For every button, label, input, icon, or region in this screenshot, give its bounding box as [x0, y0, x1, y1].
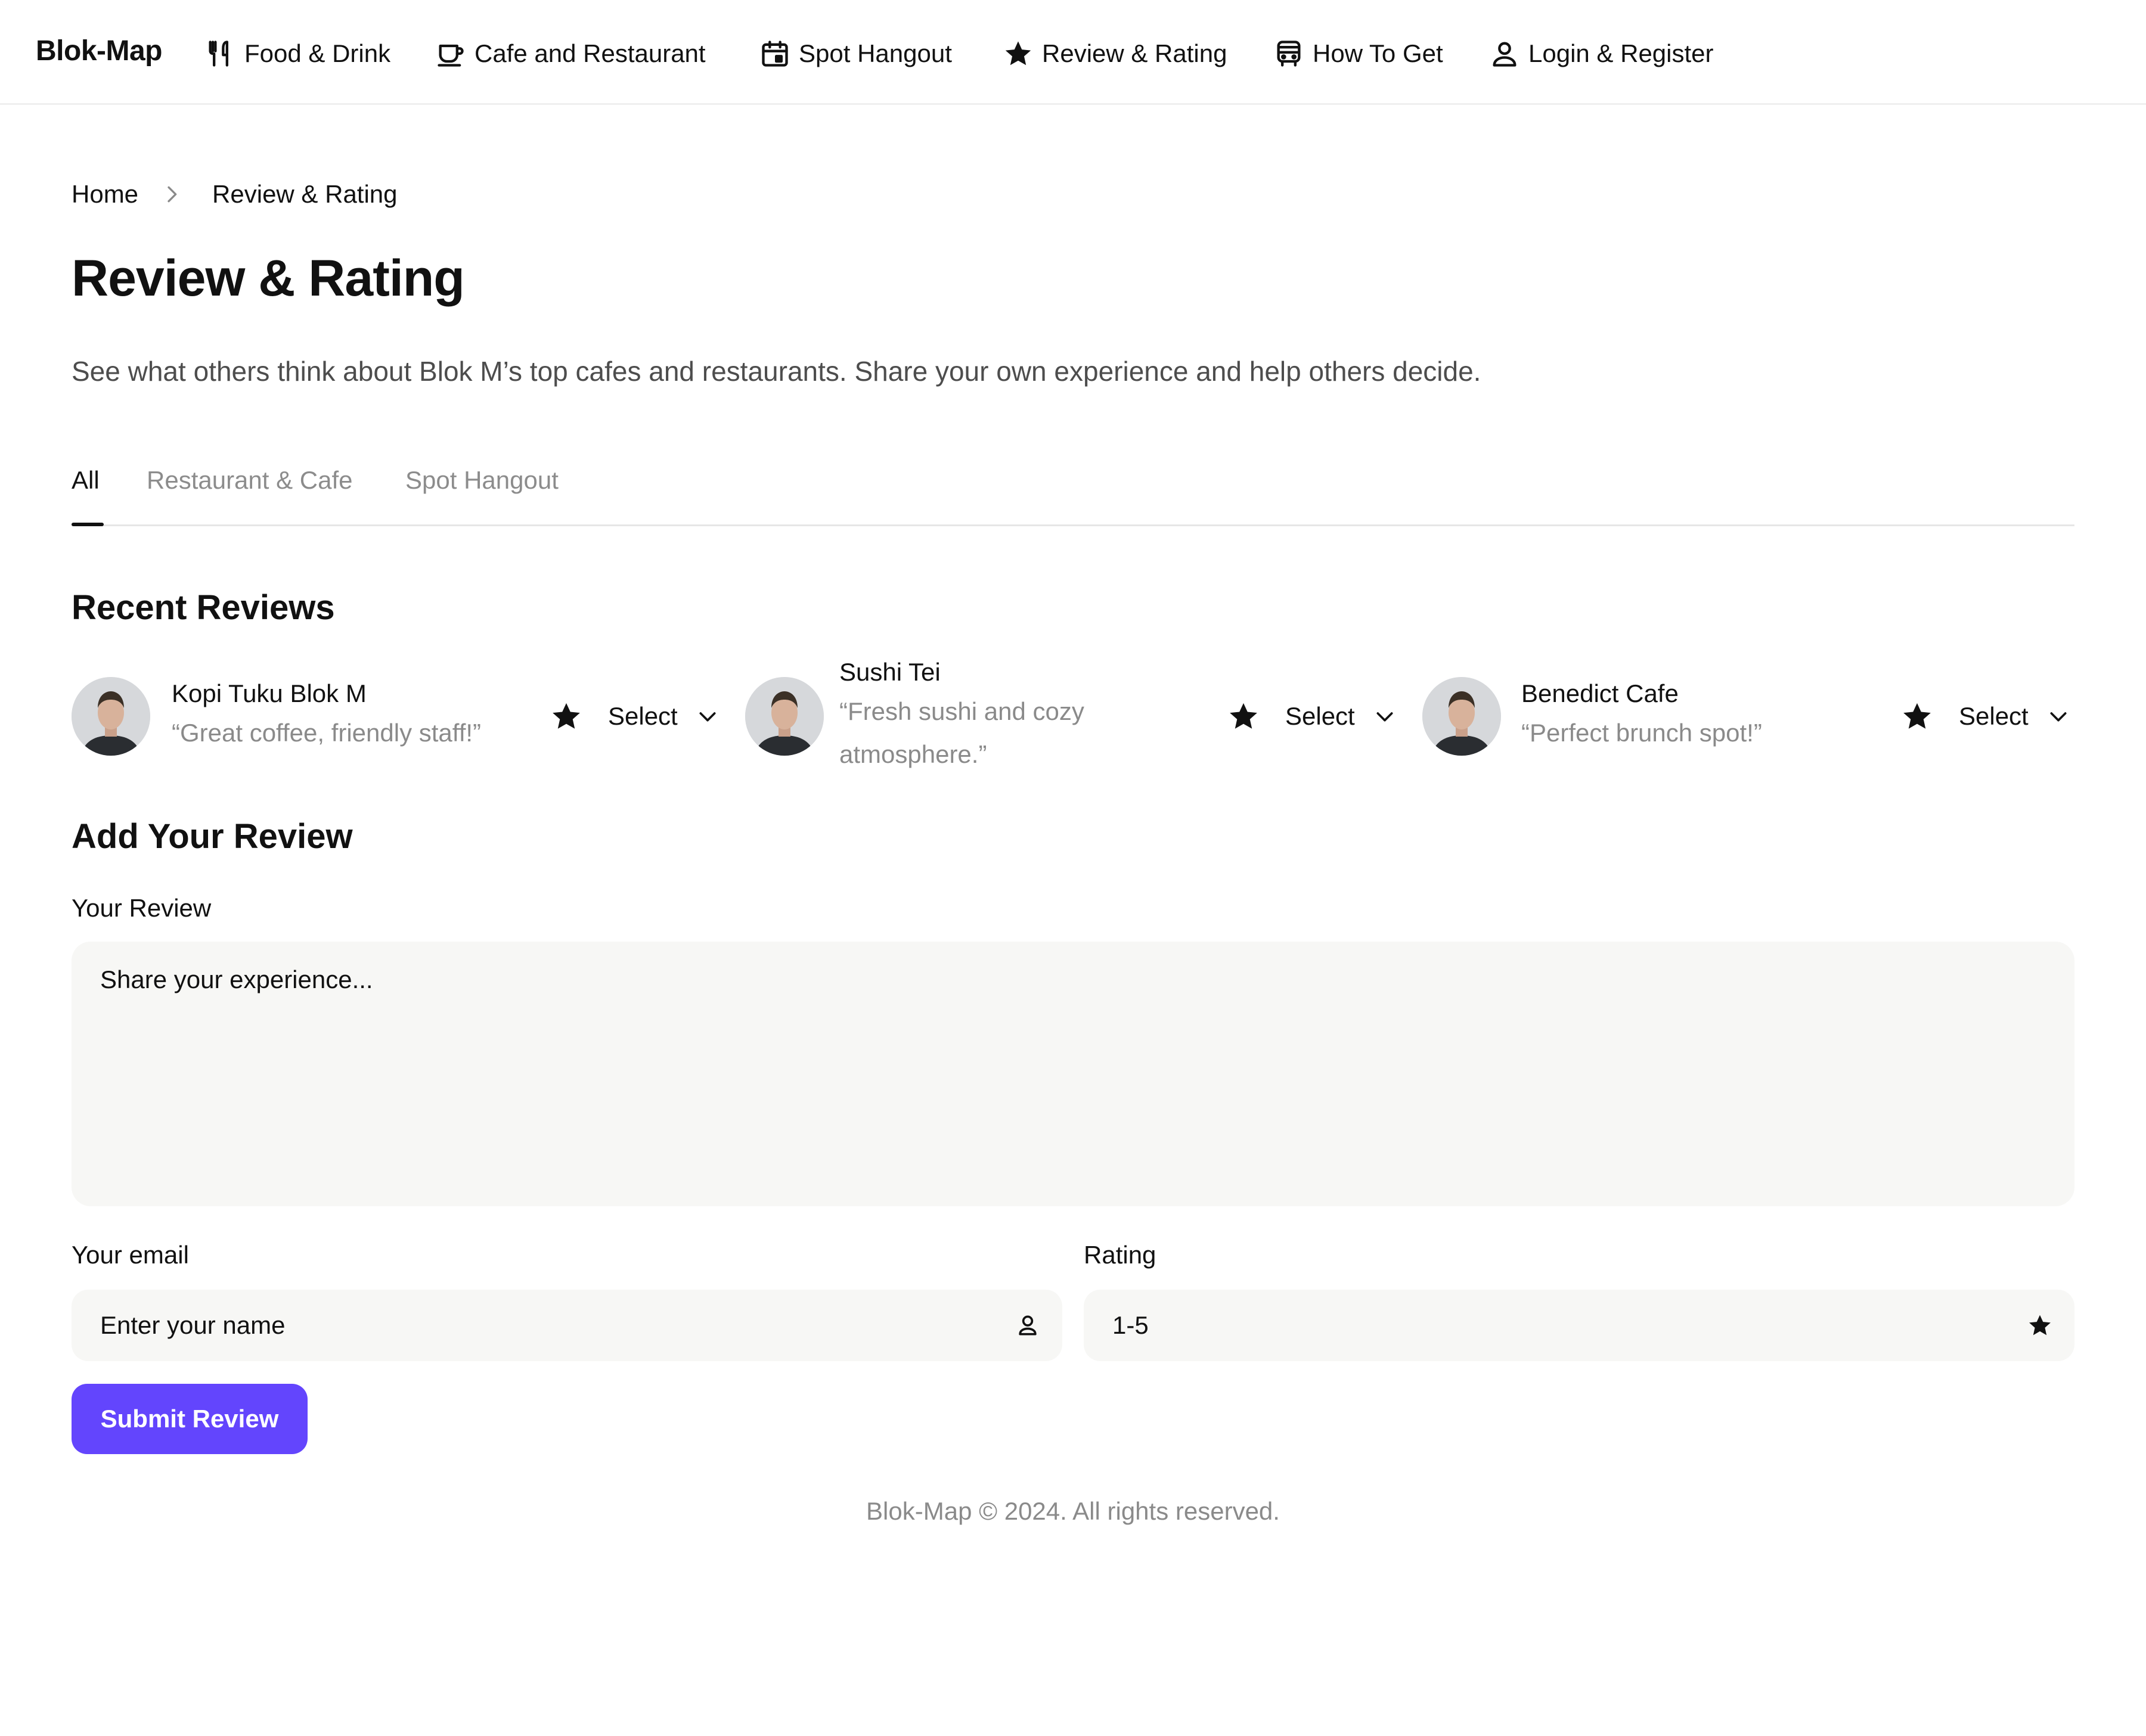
avatar-image: [72, 677, 150, 756]
submit-label: Submit Review: [100, 1405, 279, 1433]
review-place-name: Sushi Tei: [839, 658, 941, 686]
tab-label: All: [72, 466, 100, 494]
submit-review-button[interactable]: Submit Review: [72, 1384, 308, 1454]
review-place-name: Kopi Tuku Blok M: [172, 679, 367, 707]
review-field-label: Your Review: [72, 894, 212, 922]
nav-how-to-get[interactable]: How To Get: [1273, 35, 1443, 73]
tab-label: Restaurant & Cafe: [147, 466, 353, 494]
filter-tabs: All Restaurant & Cafe Spot Hangout: [72, 459, 2074, 526]
rating-select-label: Select: [608, 702, 678, 730]
star-icon: [1230, 703, 1257, 729]
email-field-label: Your email: [72, 1241, 189, 1269]
nav-label: How To Get: [1313, 39, 1443, 67]
review-card: Benedict Cafe “Perfect brunch spot!” Sel…: [1422, 667, 2078, 787]
review-card: Sushi Tei “Fresh sushi and cozy atmosphe…: [745, 658, 1401, 787]
avatar: [745, 677, 824, 756]
bus-icon: [1277, 41, 1301, 67]
star-icon: [1903, 703, 1931, 729]
nav-food-drink[interactable]: Food & Drink: [205, 35, 390, 73]
rating-select[interactable]: Select: [550, 697, 720, 735]
breadcrumb-current: Review & Rating: [212, 180, 398, 208]
avatar: [72, 677, 150, 756]
nav-label: Review & Rating: [1042, 39, 1227, 67]
user-icon: [1493, 42, 1517, 67]
user-icon: [1019, 1315, 1037, 1336]
brand-logo[interactable]: Blok-Map: [36, 35, 163, 67]
star-icon: [1005, 41, 1031, 66]
avatar: [1422, 677, 1501, 756]
add-review-title: Add Your Review: [72, 817, 353, 856]
review-quote: “Perfect brunch spot!”: [1521, 719, 1762, 747]
calendar-icon: [762, 41, 788, 67]
tab-label: Spot Hangout: [405, 466, 559, 494]
nav-cafe-restaurant[interactable]: Cafe and Restaurant: [435, 35, 706, 73]
chevron-down-icon: [2050, 712, 2067, 722]
review-card: Kopi Tuku Blok M “Great coffee, friendly…: [72, 667, 721, 787]
coffee-cup-icon: [438, 44, 464, 67]
email-placeholder: Enter your name: [100, 1311, 286, 1339]
nav-label: Cafe and Restaurant: [475, 39, 706, 67]
nav-label: Food & Drink: [244, 39, 391, 67]
rating-field[interactable]: 1-5: [1084, 1290, 2074, 1361]
active-tab-indicator: [72, 523, 104, 526]
nav-label: Spot Hangout: [799, 39, 952, 67]
nav-label: Login & Register: [1528, 39, 1714, 67]
page-subtitle: See what others think about Blok M’s top…: [72, 356, 1481, 387]
page-title: Review & Rating: [72, 250, 465, 307]
star-icon: [2029, 1315, 2051, 1336]
review-quote: “Fresh sushi and cozy atmosphere.”: [839, 697, 1084, 768]
email-field[interactable]: Enter your name: [72, 1290, 1062, 1361]
review-quote: “Great coffee, friendly staff!”: [172, 719, 482, 747]
avatar-image: [1422, 677, 1501, 756]
chevron-down-icon: [699, 712, 716, 722]
tab-all[interactable]: All: [72, 466, 100, 495]
nav-spot-hangout[interactable]: Spot Hangout: [759, 35, 952, 73]
rating-select-label: Select: [1285, 702, 1355, 730]
chevron-right-icon: [168, 186, 177, 203]
rating-select[interactable]: Select: [1227, 697, 1397, 735]
review-textarea[interactable]: Share your experience...: [72, 942, 2074, 1206]
review-placeholder: Share your experience...: [100, 965, 373, 993]
tab-spot-hangout[interactable]: Spot Hangout: [405, 466, 559, 495]
rating-select[interactable]: Select: [1900, 697, 2070, 735]
fork-knife-icon: [209, 41, 228, 67]
recent-reviews-title: Recent Reviews: [72, 588, 335, 627]
top-navbar: Blok-Map Food & Drink Cafe and Restauran…: [0, 0, 2146, 105]
nav-login-register[interactable]: Login & Register: [1489, 35, 1714, 73]
rating-select-label: Select: [1959, 702, 2029, 730]
footer-copyright: Blok-Map © 2024. All rights reserved.: [866, 1497, 1280, 1525]
page: Blok-Map Food & Drink Cafe and Restauran…: [0, 0, 2146, 1736]
nav-review-rating[interactable]: Review & Rating: [1003, 35, 1227, 73]
rating-placeholder: 1-5: [1112, 1311, 1149, 1339]
star-icon: [553, 703, 580, 729]
chevron-down-icon: [1376, 712, 1393, 722]
breadcrumb-home[interactable]: Home: [72, 180, 138, 209]
breadcrumb: Home Review & Rating: [72, 176, 398, 212]
review-place-name: Benedict Cafe: [1521, 679, 1679, 707]
avatar-image: [745, 677, 824, 756]
rating-field-label: Rating: [1084, 1241, 1156, 1269]
tab-restaurant-cafe[interactable]: Restaurant & Cafe: [147, 466, 353, 495]
